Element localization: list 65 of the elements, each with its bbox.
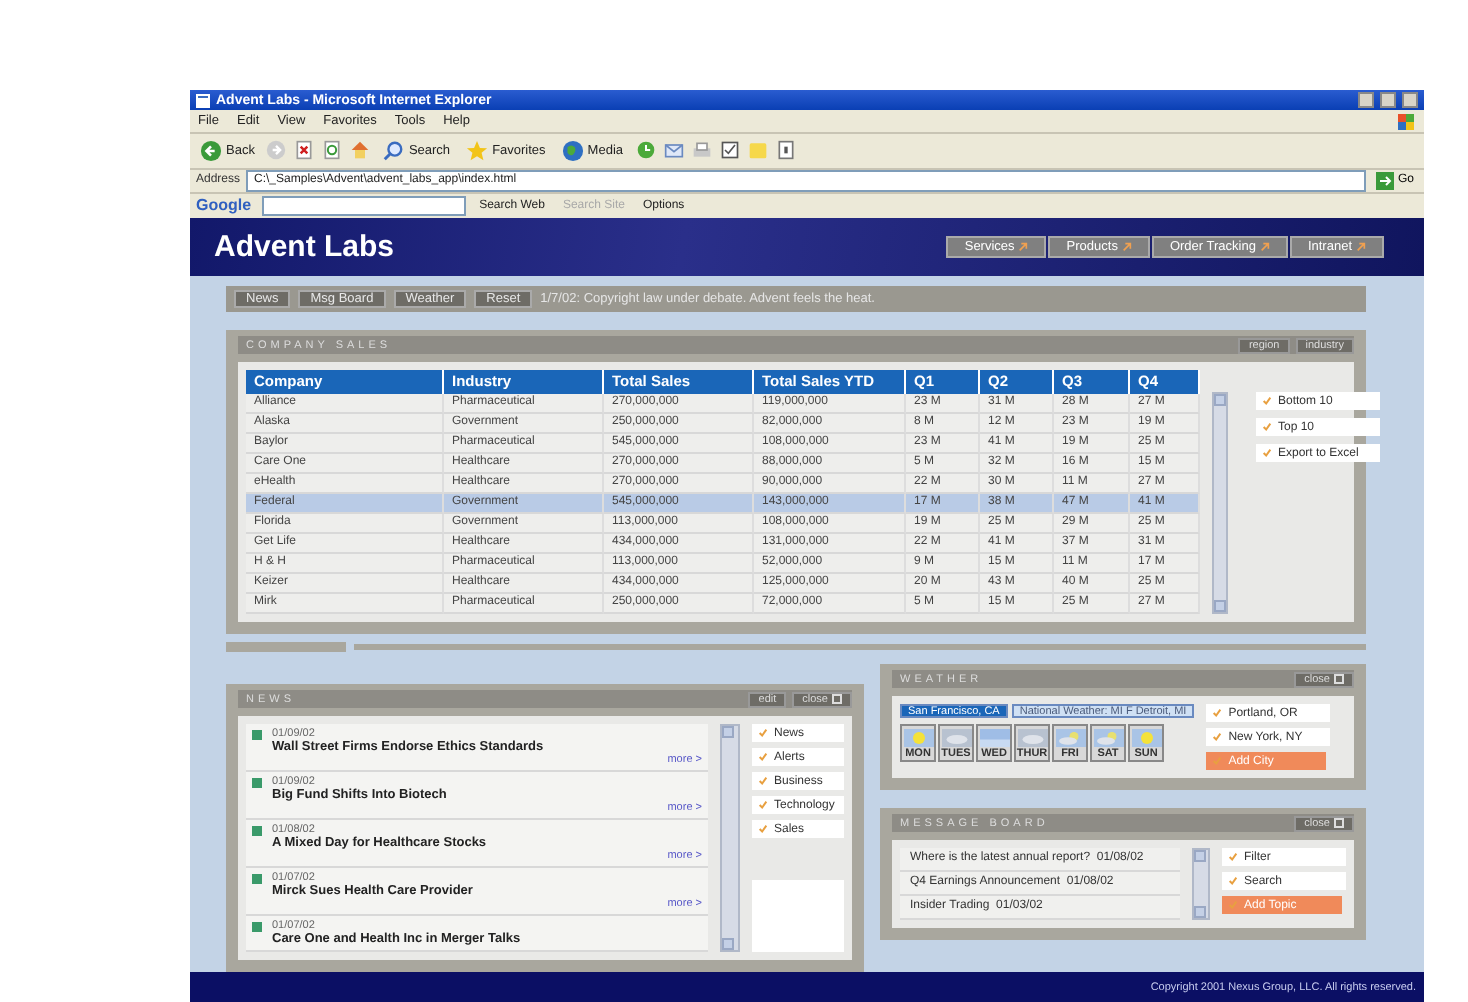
- bullet-icon: [252, 922, 262, 933]
- check-icon: [1262, 422, 1272, 433]
- scroll-track[interactable]: [354, 643, 1366, 650]
- bullet-icon: [252, 874, 262, 885]
- check-icon: [1228, 900, 1238, 911]
- check-icon: [758, 776, 768, 787]
- check-icon: [1262, 396, 1272, 407]
- check-icon: [1228, 876, 1238, 887]
- scrollbar[interactable]: [1191, 848, 1210, 921]
- scroll-up-button[interactable]: [1214, 394, 1226, 407]
- check-icon: [1262, 448, 1272, 459]
- mail-icon[interactable]: [663, 140, 684, 161]
- page-icon: [196, 93, 210, 108]
- scroll-down-button[interactable]: [722, 938, 734, 951]
- scroll-thumb[interactable]: [226, 641, 346, 652]
- scroll-down-button[interactable]: [1214, 600, 1226, 613]
- check-icon: [758, 728, 768, 739]
- arrow-icon: [1356, 242, 1366, 252]
- arrow-icon: [1121, 242, 1132, 252]
- scroll-up-button[interactable]: [1193, 850, 1206, 863]
- search-icon: [382, 139, 405, 162]
- check-icon: [1212, 732, 1223, 743]
- check-icon: [758, 752, 768, 763]
- site-title: Advent Labs: [214, 230, 397, 264]
- history-icon[interactable]: [635, 140, 656, 161]
- partly-cloudy-icon: [1093, 728, 1123, 749]
- arrow-icon: [1018, 242, 1029, 252]
- google-logo: Google: [196, 196, 252, 215]
- arrow-icon: [1259, 242, 1270, 252]
- forward-arrow-icon[interactable]: [266, 140, 287, 161]
- scroll-up-button[interactable]: [722, 726, 734, 739]
- sky-icon: [979, 728, 1009, 749]
- scrollbar[interactable]: [720, 724, 740, 953]
- bullet-icon: [252, 826, 262, 837]
- close-icon: [1334, 674, 1344, 685]
- close-button[interactable]: [1402, 92, 1418, 109]
- close-icon: [1334, 818, 1344, 829]
- minimize-button[interactable]: [1358, 92, 1374, 109]
- check-icon: [1212, 756, 1223, 767]
- bullet-icon: [252, 730, 262, 741]
- cloud-icon: [1017, 728, 1047, 749]
- cloud-icon: [941, 728, 971, 749]
- bullet-icon: [252, 778, 262, 789]
- close-icon: [832, 694, 842, 705]
- check-icon: [1212, 708, 1223, 719]
- back-arrow-icon: [200, 139, 222, 162]
- edit-icon[interactable]: [719, 140, 740, 161]
- sun-icon: [903, 728, 933, 749]
- star-icon: [466, 139, 489, 162]
- check-icon: [758, 800, 768, 811]
- stop-icon[interactable]: [294, 140, 315, 161]
- printer-icon[interactable]: [691, 140, 712, 161]
- refresh-icon[interactable]: [322, 140, 343, 161]
- maximize-button[interactable]: [1380, 92, 1396, 109]
- google-search-field[interactable]: [261, 195, 466, 216]
- scroll-down-button[interactable]: [1193, 906, 1206, 919]
- windows-logo-icon: [1396, 111, 1416, 132]
- check-icon: [758, 824, 768, 835]
- partly-cloudy-icon: [1055, 728, 1085, 749]
- globe-icon: [561, 139, 584, 162]
- go-arrow-icon: [1375, 171, 1394, 190]
- home-icon[interactable]: [350, 140, 371, 161]
- sun-icon: [1131, 728, 1161, 749]
- scrollbar[interactable]: [1212, 392, 1228, 615]
- check-icon: [1228, 852, 1238, 863]
